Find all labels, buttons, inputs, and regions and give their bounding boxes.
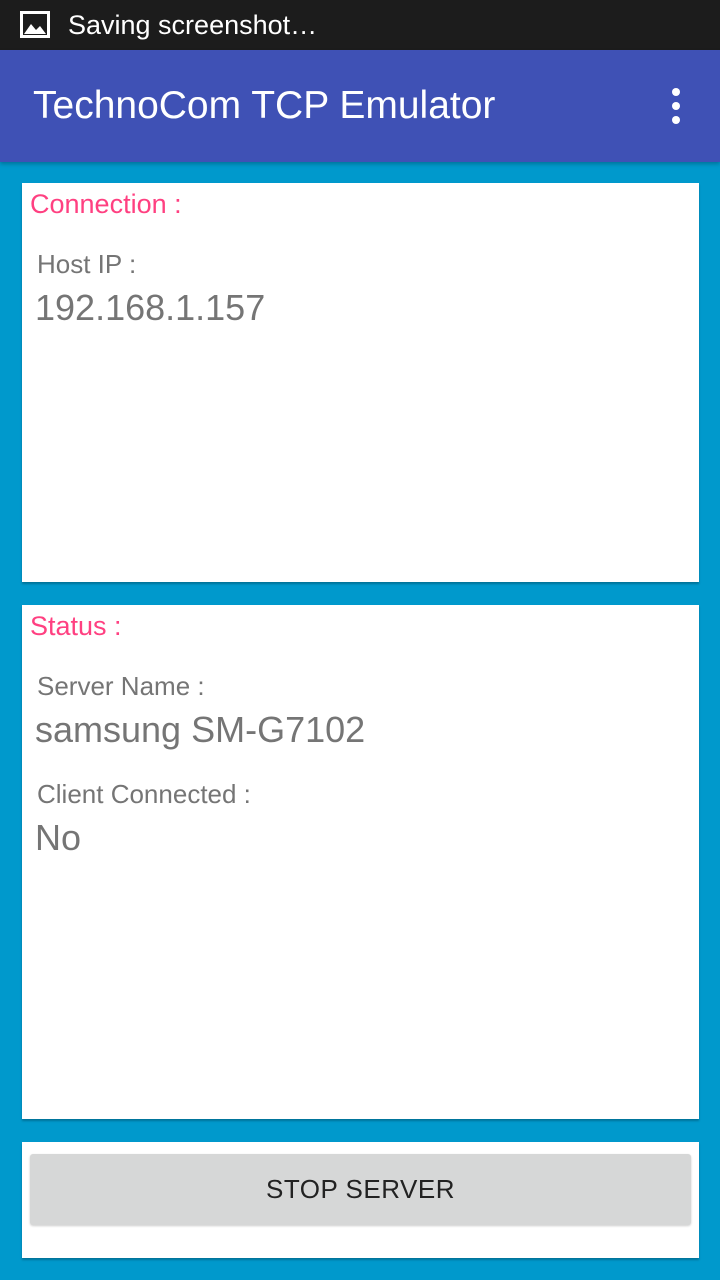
status-bar: Saving screenshot… <box>0 0 720 50</box>
server-name-label: Server Name : <box>37 671 205 701</box>
app-bar: TechnoCom TCP Emulator <box>0 50 720 162</box>
host-ip-value: 192.168.1.157 <box>35 287 266 328</box>
notification-text: Saving screenshot… <box>68 10 318 40</box>
image-icon <box>20 11 50 38</box>
status-card: Status : Server Name : samsung SM-G7102 … <box>22 605 699 1119</box>
server-name-value: samsung SM-G7102 <box>35 709 366 750</box>
app-title: TechnoCom TCP Emulator <box>33 84 496 127</box>
connection-section-title: Connection : <box>30 189 182 219</box>
more-vert-icon[interactable] <box>652 80 700 132</box>
host-ip-label: Host IP : <box>37 249 137 279</box>
stop-server-button[interactable]: STOP SERVER <box>30 1154 691 1225</box>
client-connected-value: No <box>35 817 82 858</box>
status-section-title: Status : <box>30 611 122 641</box>
button-card: STOP SERVER <box>22 1142 699 1258</box>
connection-card: Connection : Host IP : 192.168.1.157 <box>22 183 699 582</box>
client-connected-label: Client Connected : <box>37 779 251 809</box>
